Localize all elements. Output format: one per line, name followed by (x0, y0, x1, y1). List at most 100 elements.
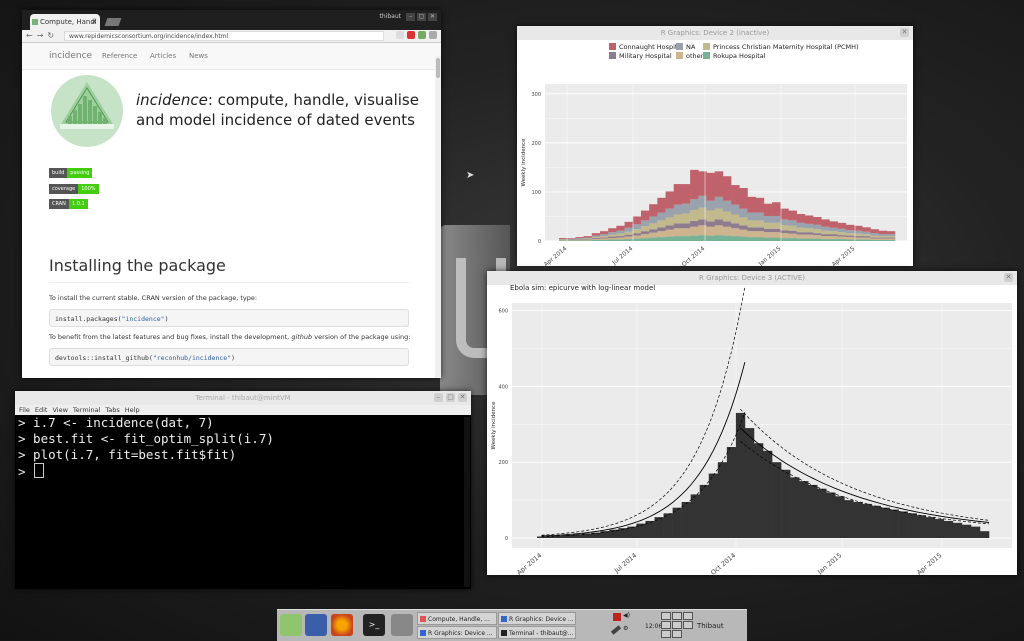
new-tab-button[interactable] (105, 18, 122, 26)
taskbar-gfx2-button[interactable]: R Graphics: Device ... (417, 626, 497, 639)
terminal-line: > best.fit <- fit_optim_split(i.7) (15, 431, 471, 447)
build-badge[interactable]: buildpassing (49, 168, 92, 178)
cran-badge[interactable]: CRAN1.0.1 (49, 199, 88, 209)
terminal-launcher-icon[interactable]: >_ (363, 614, 385, 636)
workspace-1[interactable] (661, 612, 671, 620)
menu-view[interactable]: View (52, 405, 67, 415)
gfx2-titlebar[interactable]: R Graphics: Device 2 (inactive) ✕ (517, 26, 913, 40)
network-icon[interactable] (613, 613, 621, 621)
nav-link-reference[interactable]: Reference (102, 52, 137, 60)
workspace-8[interactable] (672, 630, 682, 638)
bar (835, 496, 844, 538)
browser-tab[interactable]: Compute, Handl ✕ (30, 14, 100, 30)
bar-segment (862, 236, 870, 237)
workspace-3[interactable] (683, 612, 693, 620)
menu-edit[interactable]: Edit (35, 405, 48, 415)
maximize-icon[interactable]: ▢ (417, 13, 426, 21)
text-cursor (34, 463, 44, 478)
bar-segment (854, 226, 862, 231)
y-tick-label: 600 (498, 309, 508, 315)
clock[interactable]: 12:06 (645, 623, 662, 630)
menu-file[interactable]: File (19, 405, 30, 415)
terminal-prompt[interactable]: > (15, 463, 471, 480)
settings-icon[interactable]: ⚙ (623, 625, 628, 632)
bar-segment (690, 210, 698, 221)
taskbar-gfx3-button[interactable]: R Graphics: Device ... (498, 612, 576, 625)
y-axis-label: Weekly incidence (521, 138, 527, 187)
y-tick-label: 0 (538, 239, 541, 245)
bar (890, 510, 899, 538)
x-tick-label: Oct 2014 (709, 551, 737, 575)
minimize-icon[interactable]: – (434, 393, 443, 402)
opera-extension-icon[interactable] (407, 31, 415, 39)
star-icon[interactable] (396, 31, 404, 39)
bar (763, 451, 772, 538)
bar-segment (682, 228, 690, 236)
show-desktop-icon[interactable] (305, 614, 327, 636)
workspace-5[interactable] (672, 621, 682, 629)
volume-icon[interactable]: ◀) (623, 612, 630, 619)
firefox-icon[interactable] (331, 614, 353, 636)
maximize-icon[interactable]: ▢ (446, 393, 455, 402)
workspace-7[interactable] (661, 630, 671, 638)
bar-segment (813, 233, 821, 235)
bar-segment (592, 237, 600, 238)
bar-segment (666, 217, 674, 225)
bar-segment (838, 239, 846, 241)
bar-segment (715, 197, 723, 209)
close-icon[interactable]: ✕ (428, 13, 437, 21)
bar (799, 481, 808, 538)
menu-help[interactable]: Help (125, 405, 140, 415)
pen-icon[interactable] (611, 625, 621, 634)
files-icon[interactable] (391, 614, 413, 636)
bar-segment (633, 229, 641, 233)
bar (980, 531, 989, 538)
close-tab-icon[interactable]: ✕ (91, 14, 97, 30)
bar-segment (616, 226, 624, 231)
bar-segment (649, 204, 657, 216)
bar-segment (870, 229, 878, 233)
bar-segment (747, 237, 755, 241)
minimize-icon[interactable]: – (406, 13, 415, 21)
workspace-6[interactable] (683, 621, 693, 629)
terminal-body[interactable]: > i.7 <- incidence(dat, 7) > best.fit <-… (15, 415, 471, 589)
taskbar-user[interactable]: Thibaut (697, 622, 724, 630)
bar-segment (838, 237, 846, 239)
nav-buttons[interactable]: ←→↻ (26, 31, 58, 40)
menu-terminal[interactable]: Terminal (73, 405, 100, 415)
bar-segment (715, 235, 723, 241)
y-tick-label: 400 (498, 384, 508, 390)
site-brand[interactable]: incidence (49, 51, 92, 61)
terminal-line: > i.7 <- incidence(dat, 7) (15, 415, 471, 431)
url-input[interactable]: www.repidemicsconsortium.org/incidence/i… (64, 31, 384, 41)
taskbar-browser-button[interactable]: Compute, Handle, ... (417, 612, 497, 625)
bar-segment (879, 239, 887, 240)
y-tick-label: 0 (505, 536, 508, 542)
terminal-scrollbar[interactable] (464, 417, 470, 587)
page-scrollbar[interactable] (435, 56, 441, 378)
bar-segment (707, 221, 715, 226)
coverage-badge[interactable]: coverage100% (49, 184, 99, 194)
bar-segment (879, 238, 887, 239)
workspace-4[interactable] (661, 621, 671, 629)
browser-user[interactable]: thibaut (380, 13, 401, 20)
terminal-titlebar[interactable]: Terminal - thibaut@mintVM – ▢ ✕ (15, 391, 471, 405)
menu-tabs[interactable]: Tabs (105, 405, 119, 415)
gfx3-titlebar[interactable]: R Graphics: Device 3 (ACTIVE) ✕ (487, 271, 1017, 285)
close-icon[interactable]: ✕ (1004, 273, 1013, 282)
menu-icon[interactable] (429, 31, 437, 39)
nav-link-news[interactable]: News (189, 52, 208, 60)
taskbar-terminal-button[interactable]: Terminal - thibaut@... (498, 626, 576, 639)
bar-segment (657, 231, 665, 237)
bar (636, 524, 645, 538)
close-icon[interactable]: ✕ (458, 393, 467, 402)
mint-menu-icon[interactable] (280, 614, 302, 636)
workspace-2[interactable] (672, 612, 682, 620)
bar-segment (739, 217, 747, 225)
nav-link-articles[interactable]: Articles (150, 52, 176, 60)
extension-icon[interactable] (418, 31, 426, 39)
bar-segment (772, 229, 780, 232)
bar (691, 494, 700, 538)
close-icon[interactable]: ✕ (900, 28, 909, 37)
bar-segment (641, 234, 649, 238)
